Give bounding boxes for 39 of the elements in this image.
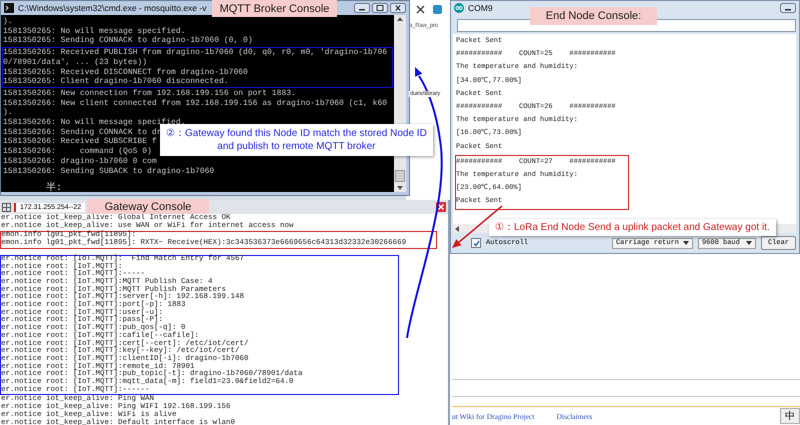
- console-line: 1581350266: command (QoS 0): [3, 147, 152, 157]
- autoscroll-checkbox[interactable]: [471, 238, 481, 248]
- close-icon[interactable]: [416, 4, 425, 14]
- caption-label: End Node Console:: [530, 7, 657, 25]
- console-line: 1581350266: Sending SUBACK to dragino-1b7060: [3, 166, 214, 176]
- annotation-tooltip: ②：Gateway found this Node ID match the stored Node ID and publish to remote MQTT broker: [160, 124, 433, 156]
- minimize-icon[interactable]: [780, 3, 796, 13]
- console-line: 1581350266: Sending CONNACK to dr: [3, 128, 162, 137]
- minimize-icon[interactable]: [354, 3, 370, 13]
- console-line: 1581350266: New connection from 192.168.199.156 on port 1883.: [3, 88, 296, 99]
- window-title: C:\Windows\system32\cmd.exe - mosquitto.exe -v: [18, 3, 206, 13]
- close-icon[interactable]: [390, 3, 406, 13]
- scroll-up-icon[interactable]: [396, 15, 404, 23]
- scroll-down-icon[interactable]: [396, 184, 404, 192]
- caret-icon: [746, 241, 752, 245]
- caption-label: Gateway Console: [87, 199, 209, 214]
- console-line: 1581350266: Received SUBSCRIBE f: [3, 137, 157, 147]
- app-icon[interactable]: [433, 4, 442, 14]
- annotation-tooltip: ①：LoRa End Node Send a uplink packet and Gateway got it.: [489, 219, 776, 236]
- caret-icon: [682, 241, 689, 245]
- console-line: ).: [3, 17, 13, 27]
- console-line: ).: [3, 108, 13, 118]
- input-method-indicator[interactable]: 中: [780, 408, 800, 424]
- scroll-thumb[interactable]: [395, 170, 405, 182]
- terminal-icon: [4, 3, 14, 13]
- caption-label: MQTT Broker Console: [212, 0, 337, 17]
- infinity-logo-icon: [454, 3, 464, 13]
- console-line: 1581350265: Received DISCONNECT from dragino-1b7060: [3, 68, 248, 77]
- input-status: 半:: [46, 183, 62, 196]
- console-line: 1581350266: dragino-1b7060 0 com: [3, 156, 157, 167]
- console-line: 1581350265: Received PUBLISH from dragino-1b7060 (d0, q0, r0, m0, 'dragino-1b706: [3, 48, 388, 58]
- grid-icon: [2, 202, 11, 212]
- maximize-icon[interactable]: [372, 3, 388, 13]
- console-line: 1581350265: Client dragino-1b7060 disconnected.: [3, 77, 229, 87]
- console-line: 1581350265: No will message specified.: [3, 26, 186, 36]
- console-line: 1581350266: New client connected from 192.168.199.156 as dragino-1b7060 (c1, k60: [3, 98, 388, 108]
- console-line: 0/78901/data', ... (23 bytes)): [3, 58, 148, 68]
- console-line: 1581350265: Sending CONNACK to dragino-1b7060 (0, 0): [3, 36, 253, 46]
- window-title: COM9: [468, 3, 493, 13]
